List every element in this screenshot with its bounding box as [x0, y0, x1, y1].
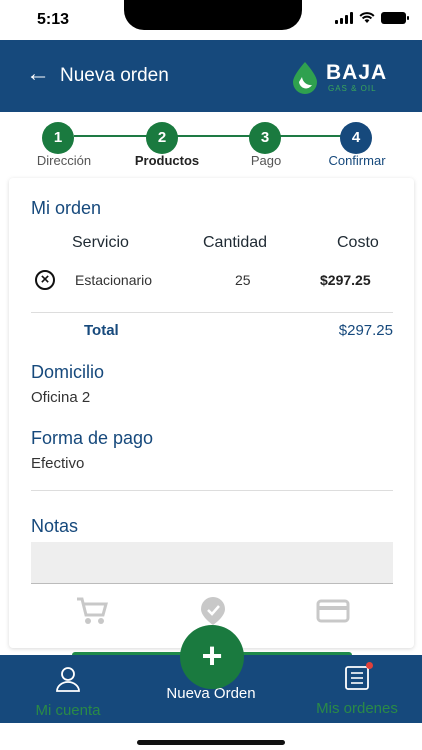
battery-icon	[381, 12, 409, 24]
home-indicator	[137, 740, 285, 745]
item-quantity: 25	[235, 272, 251, 288]
new-order-fab-button[interactable]: +	[180, 625, 244, 689]
payment-value: Efectivo	[31, 455, 85, 472]
address-title: Domicilio	[31, 362, 105, 382]
credit-card-icon	[316, 599, 350, 623]
nav-my-orders[interactable]: Mis ordenes	[304, 662, 410, 717]
signal-icon	[335, 12, 353, 24]
app-header: ← Nueva orden BAJA GAS & OIL	[0, 40, 422, 112]
orders-icon-wrapper	[344, 662, 373, 696]
stepper-line	[74, 135, 346, 137]
step-4-circle[interactable]: 4	[340, 122, 372, 154]
step-3-label: Pago	[250, 153, 282, 168]
orders-list-icon	[345, 666, 369, 690]
payment-title: Forma de pago	[31, 428, 154, 448]
remove-item-icon[interactable]: ×	[35, 270, 55, 290]
total-value: $297.25	[338, 322, 393, 339]
order-summary-card: Mi orden Servicio Cantidad Costo × Estac…	[9, 178, 414, 648]
status-icons	[335, 12, 409, 24]
column-quantity: Cantidad	[203, 234, 268, 251]
item-service: Estacionario	[75, 272, 153, 288]
notes-title: Notas	[31, 516, 79, 536]
nav-my-account-label: Mi cuenta	[35, 702, 101, 719]
wifi-icon	[359, 12, 375, 23]
status-bar: 5:13	[0, 0, 422, 40]
logo-subtext: GAS & OIL	[328, 84, 377, 93]
item-cost: $297.25	[320, 272, 371, 288]
location-tag-icon	[201, 597, 225, 625]
step-3-circle[interactable]: 3	[249, 122, 281, 154]
notes-field[interactable]	[31, 542, 393, 584]
order-title: Mi orden	[31, 198, 102, 218]
step-1-label: Dirección	[36, 153, 92, 168]
column-cost: Costo	[337, 234, 379, 251]
back-arrow-icon[interactable]: ←	[26, 62, 50, 86]
divider	[31, 490, 393, 491]
step-2-circle[interactable]: 2	[146, 122, 178, 154]
address-value: Oficina 2	[31, 389, 91, 406]
status-time: 5:13	[37, 11, 70, 28]
logo-text: BAJA	[326, 61, 388, 84]
column-service: Servicio	[72, 234, 129, 251]
order-stepper: 1 2 3 4 Dirección Productos Pago Confirm…	[0, 112, 422, 178]
step-1-circle[interactable]: 1	[42, 122, 74, 154]
divider	[31, 312, 393, 313]
brand-logo: BAJA GAS & OIL	[288, 58, 400, 98]
notification-badge	[366, 662, 373, 669]
step-2-label: Productos	[134, 153, 200, 168]
drop-logo-icon	[293, 62, 317, 94]
step-4-label: Confirmar	[328, 153, 386, 168]
nav-my-orders-label: Mis ordenes	[316, 700, 398, 717]
page-title: Nueva orden	[60, 65, 169, 86]
total-label: Total	[84, 322, 119, 339]
cart-icon	[77, 597, 108, 624]
notch	[124, 0, 302, 30]
